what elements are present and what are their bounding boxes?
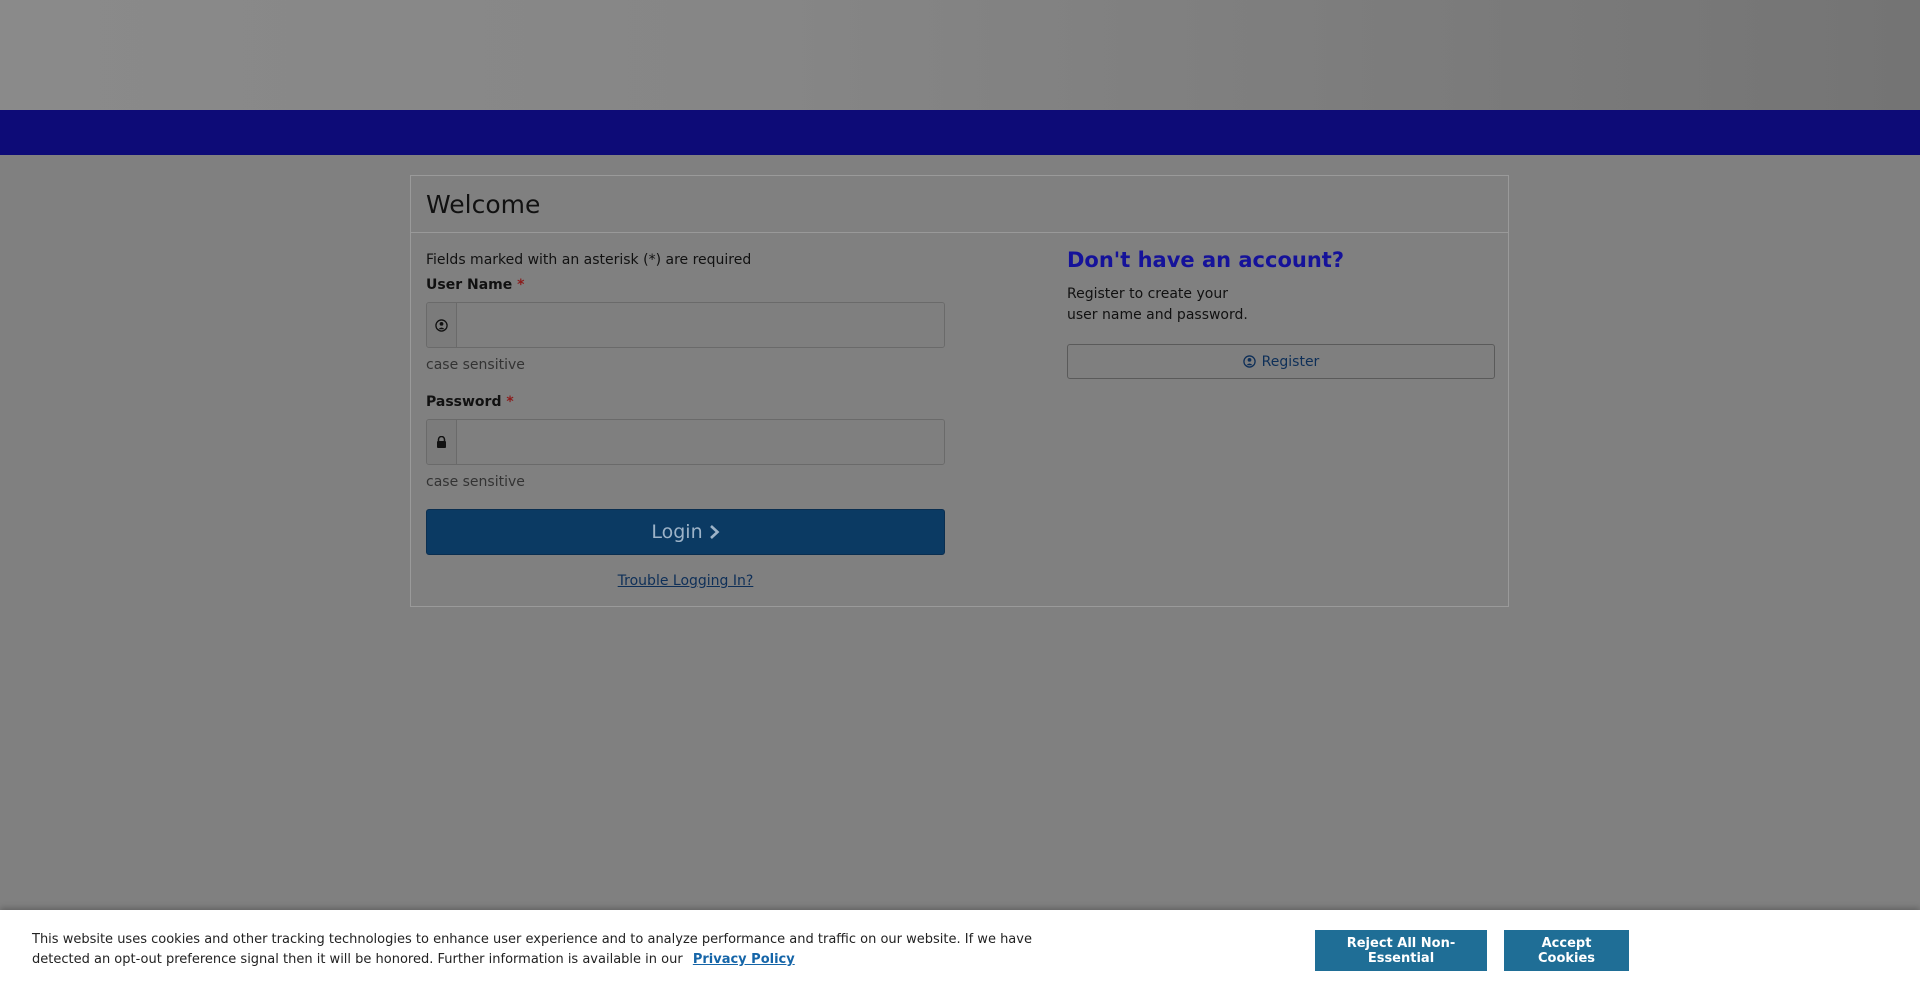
cookie-message: This website uses cookies and other trac… bbox=[32, 932, 1032, 967]
lock-icon bbox=[427, 420, 457, 464]
password-input[interactable] bbox=[457, 420, 944, 464]
header-band bbox=[0, 0, 1920, 110]
trouble-logging-in-link[interactable]: Trouble Logging In? bbox=[426, 573, 945, 589]
username-label: User Name * bbox=[426, 275, 945, 296]
login-button-label: Login bbox=[651, 521, 703, 543]
register-text-line1: Register to create your bbox=[1067, 286, 1228, 302]
login-button[interactable]: Login bbox=[426, 509, 945, 555]
welcome-panel: Welcome Fields marked with an asterisk (… bbox=[410, 175, 1509, 607]
privacy-policy-link[interactable]: Privacy Policy bbox=[693, 952, 795, 967]
username-input-group bbox=[426, 302, 945, 348]
user-icon bbox=[1242, 355, 1256, 368]
accept-cookies-button[interactable]: Accept Cookies bbox=[1504, 930, 1629, 971]
reject-cookies-button[interactable]: Reject All Non-Essential bbox=[1315, 930, 1487, 971]
navigation-bar bbox=[0, 110, 1920, 155]
register-text-line2: user name and password. bbox=[1067, 307, 1248, 323]
password-label: Password * bbox=[426, 392, 945, 413]
chevron-right-icon bbox=[709, 524, 720, 540]
username-label-text: User Name bbox=[426, 277, 513, 293]
username-input[interactable] bbox=[457, 303, 944, 347]
page-title: Welcome bbox=[426, 189, 541, 219]
password-input-group bbox=[426, 419, 945, 465]
required-asterisk: * bbox=[517, 277, 525, 293]
password-hint: case sensitive bbox=[426, 474, 525, 490]
register-button[interactable]: Register bbox=[1067, 344, 1495, 379]
register-section: Don't have an account? Register to creat… bbox=[1067, 248, 1495, 379]
required-note: Fields marked with an asterisk (*) are r… bbox=[426, 252, 752, 268]
login-form: Fields marked with an asterisk (*) are r… bbox=[426, 250, 945, 589]
register-heading: Don't have an account? bbox=[1067, 248, 1344, 272]
cookie-banner: This website uses cookies and other trac… bbox=[0, 910, 1920, 993]
required-asterisk: * bbox=[506, 394, 514, 410]
username-hint: case sensitive bbox=[426, 357, 525, 373]
register-button-label: Register bbox=[1261, 353, 1320, 370]
panel-header: Welcome bbox=[411, 176, 1508, 233]
register-text: Register to create your user name and pa… bbox=[1067, 284, 1495, 326]
cookie-text: This website uses cookies and other trac… bbox=[32, 930, 1032, 970]
user-icon bbox=[427, 303, 457, 347]
password-label-text: Password bbox=[426, 394, 502, 410]
